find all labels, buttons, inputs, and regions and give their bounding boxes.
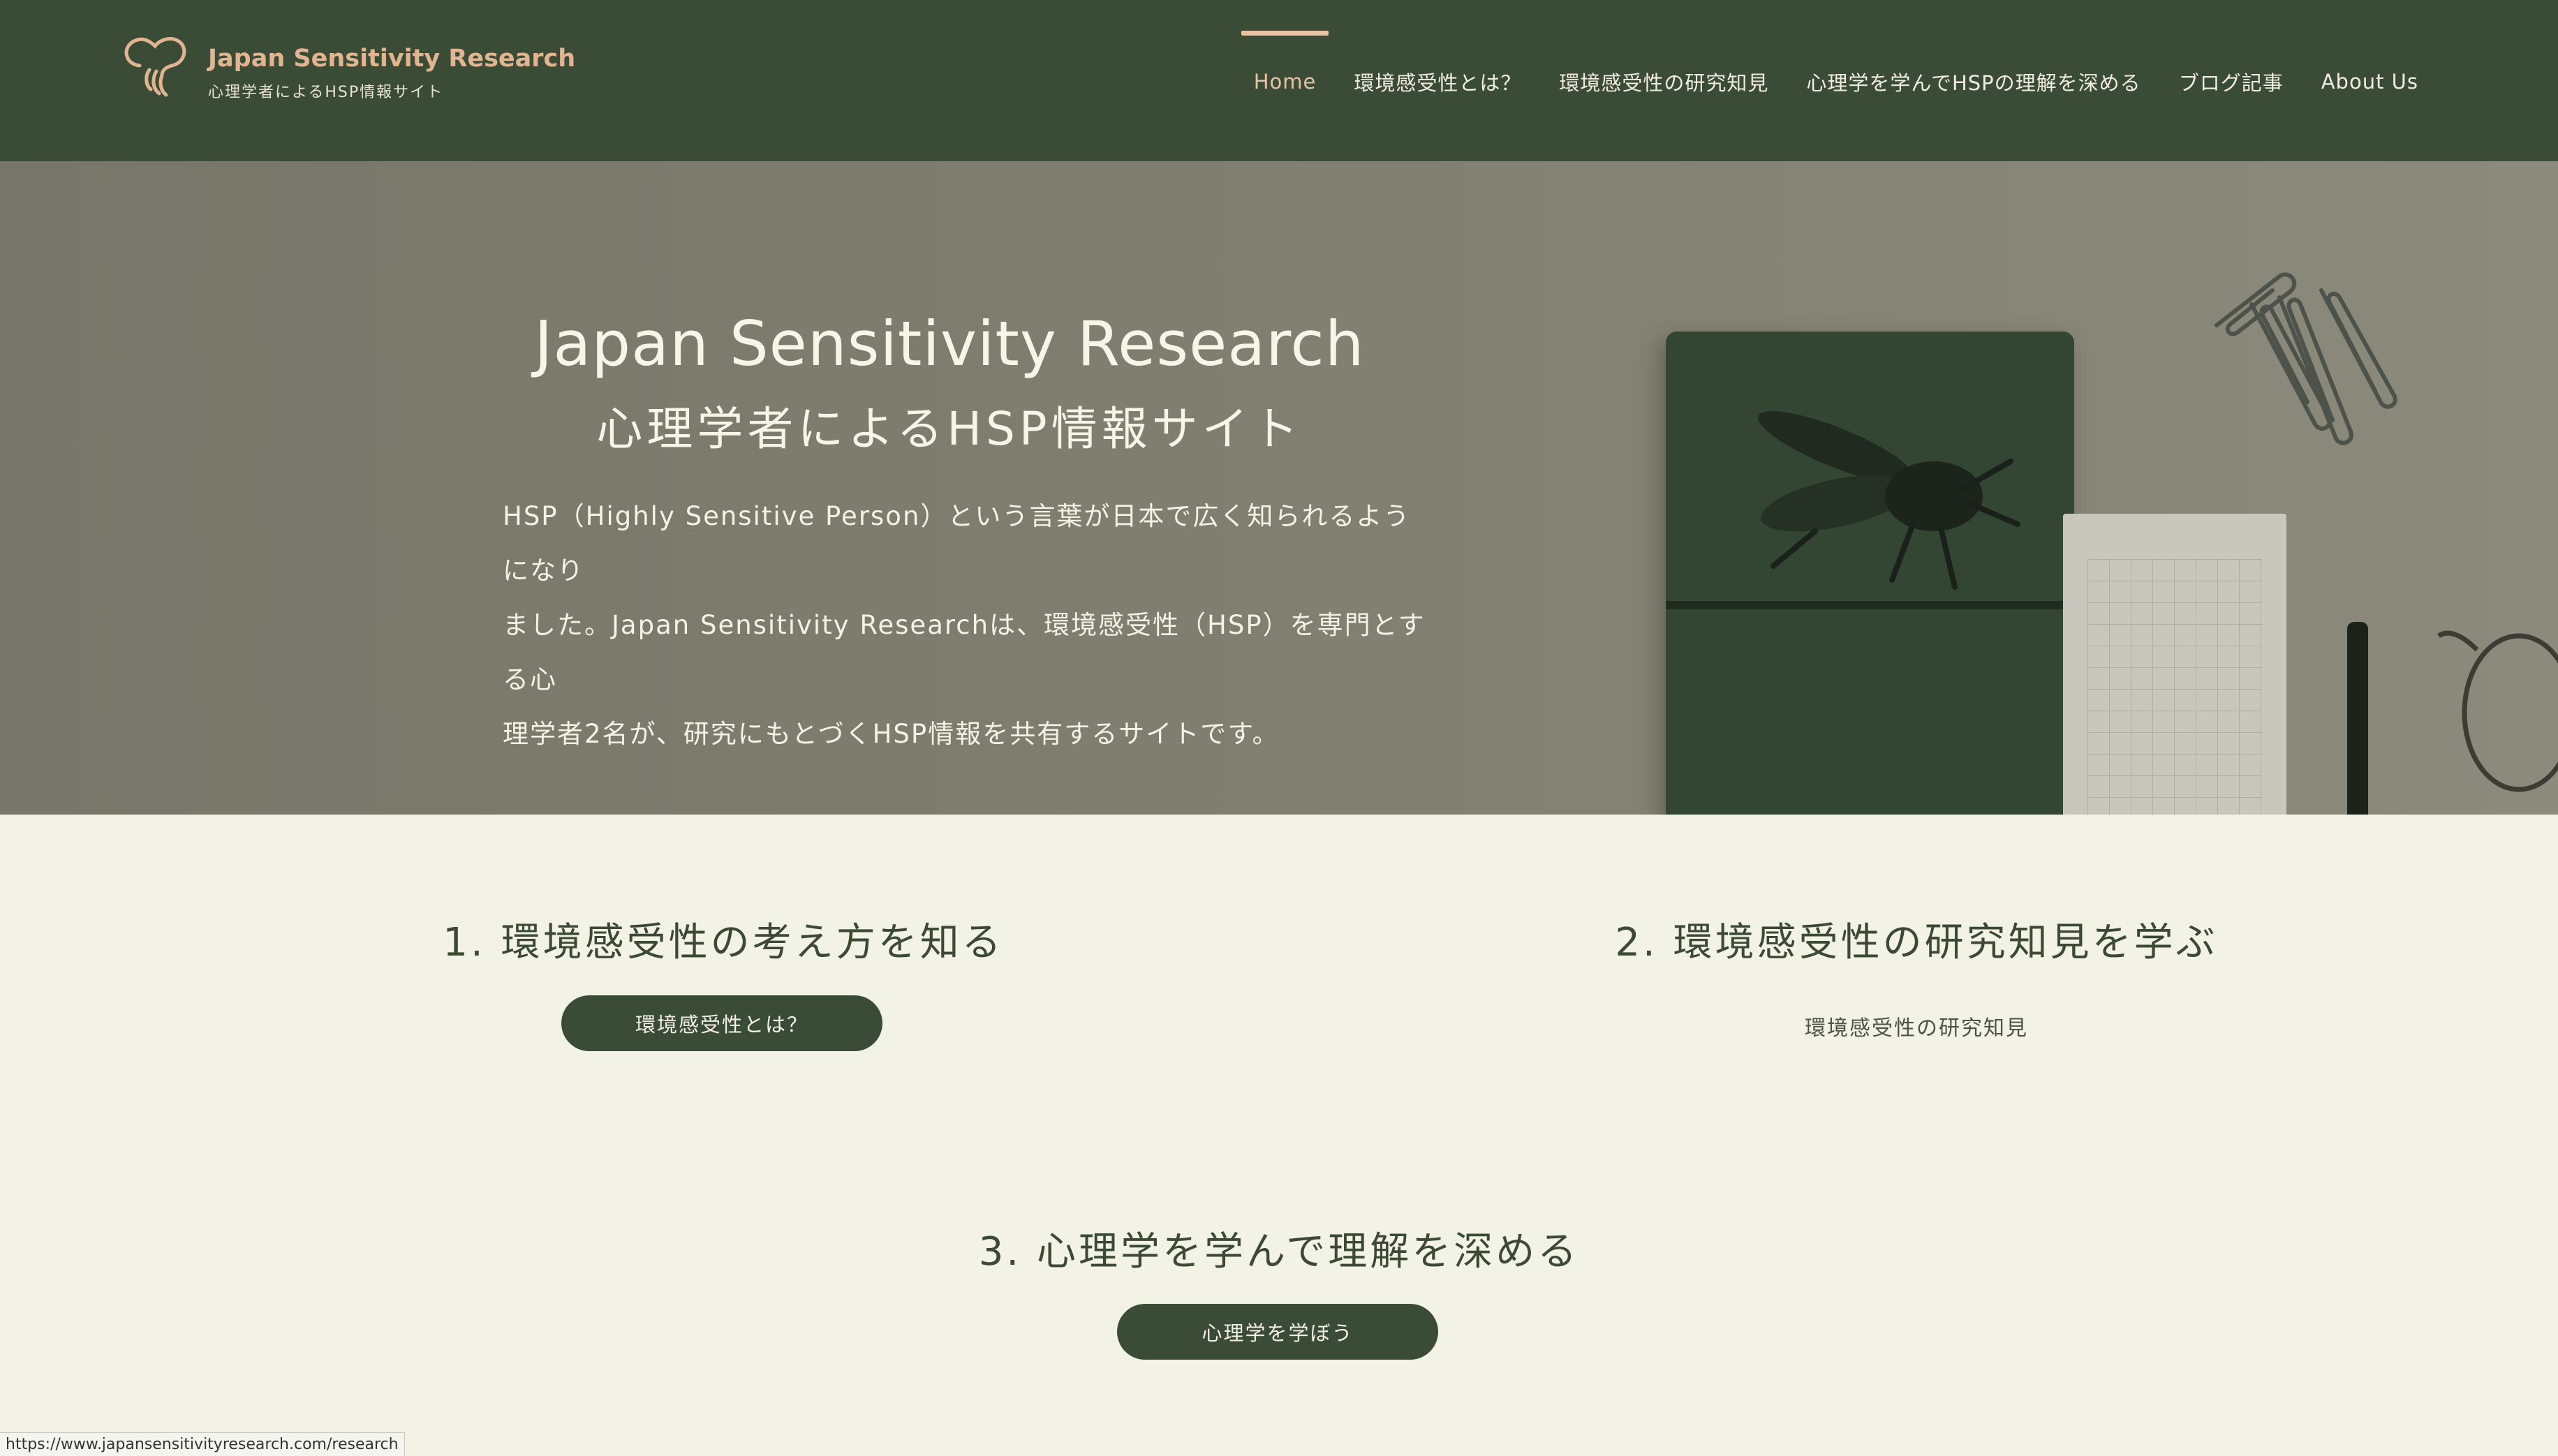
- paper-grid: [2087, 559, 2262, 815]
- hero-banner: Japan Sensitivity Research 心理学者によるHSP情報サ…: [0, 161, 2558, 815]
- research-findings-link[interactable]: 環境感受性の研究知見: [1707, 1011, 2126, 1041]
- hero-description: HSP（Highly Sensitive Person）という言葉が日本で広く知…: [503, 489, 1431, 762]
- nav-what-is-sensitivity[interactable]: 環境感受性とは？: [1354, 66, 1521, 96]
- what-is-sensitivity-button[interactable]: 環境感受性とは？: [561, 995, 882, 1051]
- pen-image: [2347, 622, 2368, 815]
- main-nav: Home 環境感受性とは？ 環境感受性の研究知見 心理学を学んでHSPの理解を深…: [1216, 0, 2418, 161]
- notebook-band: [1666, 601, 2074, 609]
- hero-title: Japan Sensitivity Research: [534, 308, 1365, 380]
- section-title-3: 3. 心理学を学んで理解を深める: [978, 1229, 1580, 1275]
- nav-home[interactable]: Home: [1241, 30, 1329, 94]
- hero-description-line: 理学者2名が、研究にもとづくHSP情報を共有するサイトです。: [503, 719, 1280, 749]
- link-status-url: https://www.japansensitivityresearch.com…: [0, 1432, 405, 1456]
- eyeglasses-image: [2437, 630, 2558, 792]
- paperclips-image: [2215, 272, 2397, 445]
- site-header: Japan Sensitivity Research 心理学者によるHSP情報サ…: [0, 0, 2558, 161]
- site-subtitle: 心理学者によるHSP情報サイト: [208, 84, 444, 101]
- brain-swirl-icon: [124, 37, 186, 97]
- site-logo[interactable]: Japan Sensitivity Research 心理学者によるHSP情報サ…: [119, 34, 575, 106]
- nav-about-us[interactable]: About Us: [2321, 68, 2418, 94]
- hero-subtitle: 心理学者によるHSP情報サイト: [596, 402, 1303, 456]
- section-title-2: 2. 環境感受性の研究知見を学ぶ: [1615, 920, 2218, 965]
- nav-research-findings[interactable]: 環境感受性の研究知見: [1559, 66, 1768, 96]
- learn-psychology-button[interactable]: 心理学を学ぼう: [1117, 1304, 1438, 1360]
- nav-blog[interactable]: ブログ記事: [2179, 66, 2284, 96]
- nav-learn-psychology[interactable]: 心理学を学んでHSPの理解を深める: [1806, 66, 2141, 96]
- section-title-1: 1. 環境感受性の考え方を知る: [443, 920, 1004, 965]
- site-title[interactable]: Japan Sensitivity Research: [208, 45, 575, 73]
- hero-description-line: HSP（Highly Sensitive Person）という言葉が日本で広く知…: [503, 501, 1411, 586]
- hero-description-line: ました。Japan Sensitivity Researchは、環境感受性（HS…: [503, 610, 1426, 694]
